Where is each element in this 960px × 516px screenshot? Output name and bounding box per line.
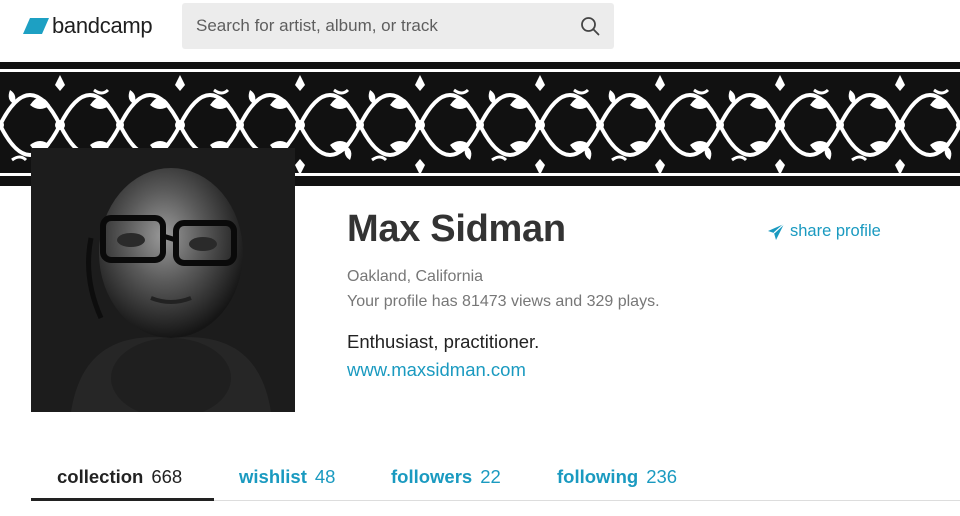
- profile-name: Max Sidman: [347, 208, 566, 250]
- tab-following-label: following: [557, 466, 639, 487]
- tab-collection-count: 668: [151, 466, 183, 487]
- tab-followers[interactable]: followers 22: [391, 466, 501, 488]
- paper-plane-icon: [768, 223, 784, 240]
- tab-followers-count: 22: [480, 466, 501, 487]
- profile-location: Oakland, California: [347, 268, 484, 285]
- tab-collection-label: collection: [57, 466, 144, 487]
- profile-bio: Enthusiast, practitioner.: [347, 331, 540, 352]
- profile-avatar[interactable]: [31, 148, 295, 412]
- profile-stats: Your profile has 81473 views and 329 pla…: [347, 293, 660, 310]
- search-icon[interactable]: [580, 16, 600, 36]
- tab-following-count: 236: [646, 466, 678, 487]
- tab-following[interactable]: following 236: [557, 466, 677, 488]
- active-tab-indicator: [31, 498, 214, 501]
- tab-wishlist-label: wishlist: [239, 466, 307, 487]
- tab-wishlist-count: 48: [314, 466, 336, 487]
- profile-website-link[interactable]: www.maxsidman.com: [347, 359, 526, 381]
- tab-collection[interactable]: collection 668: [57, 466, 182, 488]
- bandcamp-logo[interactable]: bandcamp: [23, 12, 153, 40]
- bandcamp-logo-icon: [23, 18, 49, 34]
- search-bar[interactable]: [182, 3, 614, 49]
- profile-tabs: collection 668 wishlist 48 followers 22 fol…: [31, 454, 960, 502]
- tab-followers-label: followers: [391, 466, 473, 487]
- tab-wishlist[interactable]: wishlist 48: [239, 466, 335, 488]
- share-profile-button[interactable]: share profile: [768, 222, 881, 241]
- share-profile-label: share profile: [790, 222, 881, 240]
- avatar-photo: [31, 148, 295, 412]
- search-input[interactable]: [182, 3, 576, 49]
- logo-text: bandcamp: [52, 13, 153, 38]
